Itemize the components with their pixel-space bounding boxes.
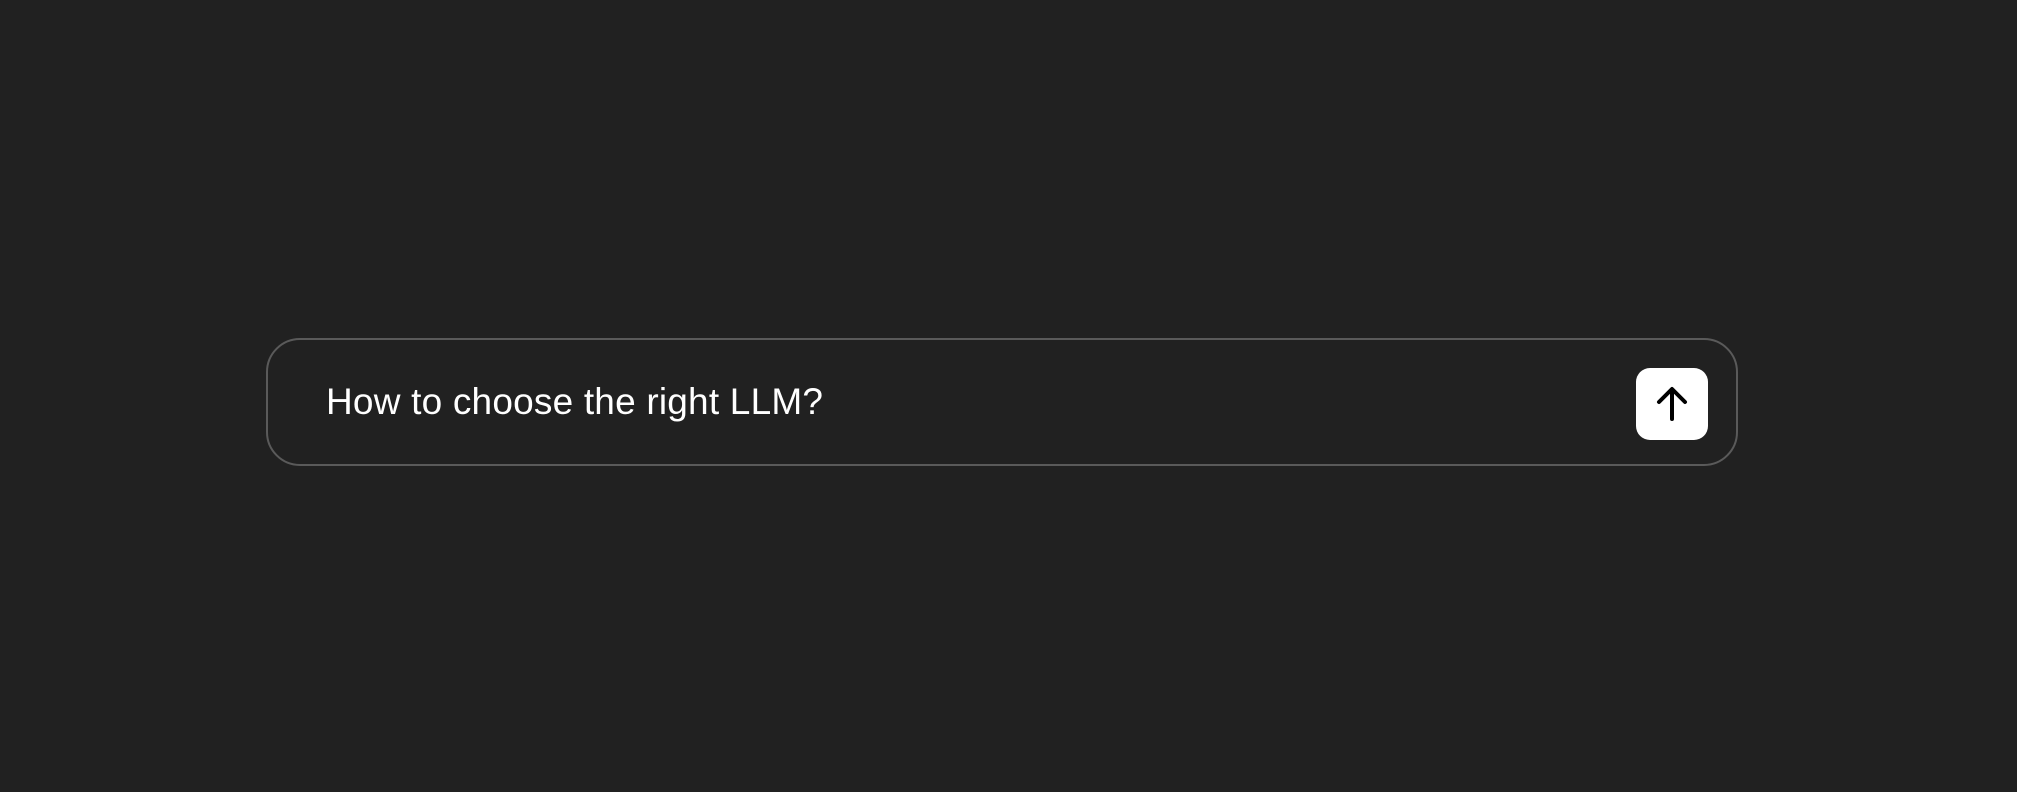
prompt-input-text[interactable]: How to choose the right LLM?: [326, 340, 823, 464]
send-button[interactable]: [1636, 368, 1708, 440]
arrow-up-icon: [1649, 381, 1695, 427]
prompt-input-box[interactable]: How to choose the right LLM?: [266, 338, 1738, 466]
